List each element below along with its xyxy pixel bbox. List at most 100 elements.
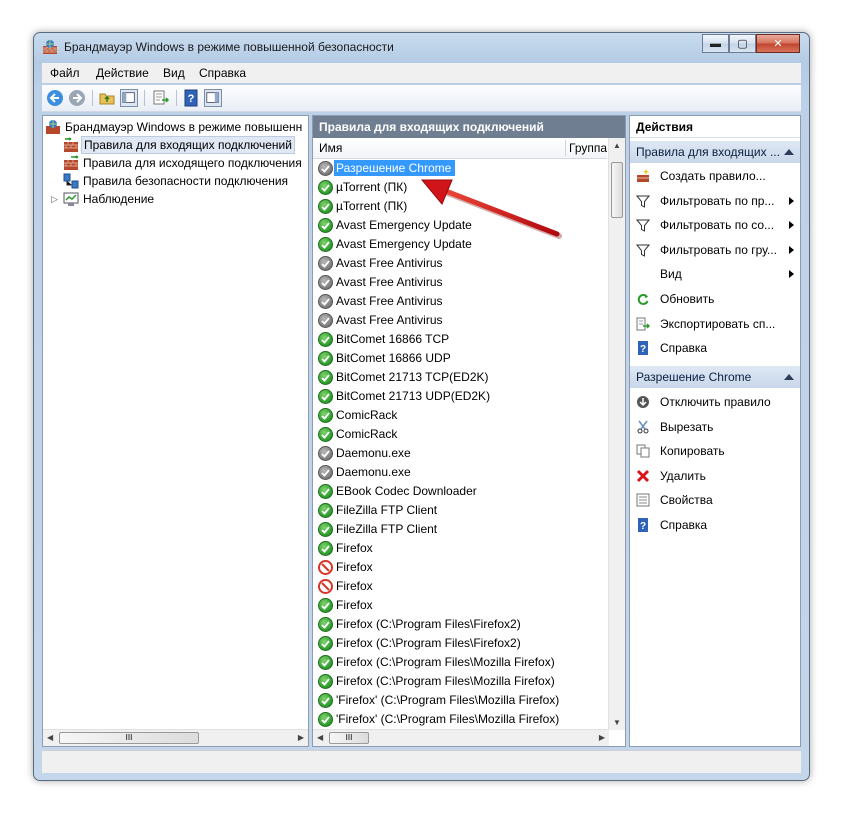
- scroll-right-icon[interactable]: ▶: [298, 733, 304, 742]
- action-item[interactable]: Фильтровать по гру...: [630, 239, 800, 261]
- section-label: Разрешение Chrome: [636, 370, 752, 384]
- allowed-disabled-icon: [318, 313, 333, 328]
- column-header-name[interactable]: Имя: [319, 141, 342, 155]
- table-row[interactable]: Daemonu.exe: [313, 444, 607, 463]
- close-button[interactable]: ✕: [756, 34, 800, 53]
- table-row[interactable]: Firefox (C:\Program Files\Mozilla Firefo…: [313, 653, 607, 672]
- menu-action[interactable]: Действие: [96, 66, 149, 80]
- table-row[interactable]: FileZilla FTP Client: [313, 520, 607, 539]
- title-bar[interactable]: Брандмауэр Windows в режиме повышенной б…: [34, 33, 809, 61]
- menu-file[interactable]: Файл: [50, 66, 80, 80]
- scroll-left-icon[interactable]: ◀: [47, 733, 53, 742]
- table-row[interactable]: Avast Emergency Update: [313, 235, 607, 254]
- action-item[interactable]: Фильтровать по пр...: [630, 190, 800, 212]
- collapse-icon[interactable]: [784, 374, 794, 380]
- toolbar-separator: [92, 90, 93, 106]
- action-item[interactable]: Вырезать: [630, 416, 800, 438]
- scroll-right-icon[interactable]: ▶: [599, 733, 605, 742]
- table-row[interactable]: Avast Free Antivirus: [313, 273, 607, 292]
- action-item[interactable]: Фильтровать по со...: [630, 214, 800, 236]
- table-row[interactable]: Firefox: [313, 558, 607, 577]
- collapse-icon[interactable]: [784, 149, 794, 155]
- action-item[interactable]: Удалить: [630, 465, 800, 487]
- table-row[interactable]: Firefox: [313, 539, 607, 558]
- action-item[interactable]: Свойства: [630, 489, 800, 511]
- action-item[interactable]: Обновить: [630, 288, 800, 310]
- table-row[interactable]: BitComet 16866 TCP: [313, 330, 607, 349]
- table-row[interactable]: Firefox (C:\Program Files\Mozilla Firefo…: [313, 672, 607, 691]
- scroll-left-icon[interactable]: ◀: [317, 733, 323, 742]
- delete-icon: [636, 469, 650, 482]
- refresh-icon: [637, 294, 649, 305]
- tree-item-connection-security-rules[interactable]: Правила безопасности подключения: [43, 172, 308, 190]
- action-item[interactable]: Экспортировать сп...: [630, 313, 800, 335]
- tree-horizontal-scrollbar[interactable]: ◀ III ▶: [43, 729, 308, 746]
- scroll-thumb[interactable]: III: [59, 732, 199, 744]
- allowed-enabled-icon: [318, 180, 333, 195]
- action-item[interactable]: Копировать: [630, 440, 800, 462]
- tree-item-monitoring[interactable]: ▷ Наблюдение: [43, 190, 308, 208]
- show-hide-tree-icon[interactable]: [120, 89, 138, 107]
- action-item[interactable]: ? Справка: [630, 337, 800, 359]
- table-row[interactable]: 'Firefox' (C:\Program Files\Mozilla Fire…: [313, 691, 607, 710]
- back-icon[interactable]: [46, 89, 64, 107]
- expand-chevron-icon[interactable]: ▷: [51, 190, 58, 208]
- table-row[interactable]: Avast Free Antivirus: [313, 254, 607, 273]
- actions-section-selected-rule[interactable]: Разрешение Chrome: [630, 366, 800, 388]
- table-row[interactable]: Avast Free Antivirus: [313, 311, 607, 330]
- scroll-down-icon[interactable]: ▼: [613, 718, 621, 727]
- action-item[interactable]: ? Справка: [630, 514, 800, 536]
- firewall-window: Брандмауэр Windows в режиме повышенной б…: [33, 32, 810, 781]
- column-divider[interactable]: [565, 140, 566, 156]
- allowed-enabled-icon: [318, 218, 333, 233]
- forward-icon[interactable]: [68, 89, 86, 107]
- allowed-disabled-icon: [318, 446, 333, 461]
- scroll-up-icon[interactable]: ▲: [613, 141, 621, 150]
- rules-horizontal-scrollbar[interactable]: ◀ III ▶: [313, 729, 609, 746]
- new-rule-icon: [637, 169, 649, 182]
- rule-name: ComicRack: [336, 408, 398, 422]
- table-row[interactable]: 'Firefox' (C:\Program Files\Mozilla Fire…: [313, 710, 607, 729]
- scroll-thumb[interactable]: [611, 162, 623, 218]
- menu-view[interactable]: Вид: [163, 66, 185, 80]
- show-hide-action-pane-icon[interactable]: [204, 89, 222, 107]
- svg-text:?: ?: [640, 521, 646, 532]
- actions-section-inbound[interactable]: Правила для входящих ...: [630, 141, 800, 163]
- action-item[interactable]: Вид: [630, 263, 800, 285]
- table-row[interactable]: Firefox (C:\Program Files\Firefox2): [313, 634, 607, 653]
- disable-icon: [637, 396, 649, 408]
- allowed-enabled-icon: [318, 617, 333, 632]
- tree-item-outbound-rules[interactable]: Правила для исходящего подключения: [43, 154, 308, 172]
- scroll-thumb[interactable]: III: [329, 732, 369, 744]
- table-row[interactable]: Firefox: [313, 596, 607, 615]
- table-row[interactable]: Firefox: [313, 577, 607, 596]
- table-row[interactable]: Avast Free Antivirus: [313, 292, 607, 311]
- table-row[interactable]: µTorrent (ПК): [313, 197, 607, 216]
- table-row[interactable]: µTorrent (ПК): [313, 178, 607, 197]
- table-row[interactable]: BitComet 21713 TCP(ED2K): [313, 368, 607, 387]
- table-row[interactable]: ComicRack: [313, 406, 607, 425]
- table-row[interactable]: Avast Emergency Update: [313, 216, 607, 235]
- table-row[interactable]: BitComet 21713 UDP(ED2K): [313, 387, 607, 406]
- action-item[interactable]: Создать правило...: [630, 165, 800, 187]
- up-folder-icon[interactable]: [98, 89, 116, 107]
- action-item[interactable]: Отключить правило: [630, 391, 800, 413]
- table-row[interactable]: Daemonu.exe: [313, 463, 607, 482]
- table-row[interactable]: ComicRack: [313, 425, 607, 444]
- column-header-group[interactable]: Группа: [569, 141, 607, 155]
- rules-vertical-scrollbar[interactable]: ▲ ▼: [608, 138, 625, 730]
- table-row[interactable]: Разрешение Chrome: [313, 159, 607, 178]
- allowed-disabled-icon: [318, 294, 333, 309]
- menu-help[interactable]: Справка: [199, 66, 246, 80]
- tree-item-inbound-rules[interactable]: Правила для входящих подключений: [43, 136, 308, 154]
- export-list-icon[interactable]: [152, 89, 170, 107]
- maximize-button[interactable]: ▢: [729, 34, 756, 53]
- help-icon[interactable]: ?: [182, 89, 200, 107]
- table-row[interactable]: FileZilla FTP Client: [313, 501, 607, 520]
- help-icon: ?: [638, 518, 648, 532]
- table-row[interactable]: Firefox (C:\Program Files\Firefox2): [313, 615, 607, 634]
- minimize-button[interactable]: ▬: [702, 34, 729, 53]
- table-row[interactable]: BitComet 16866 UDP: [313, 349, 607, 368]
- tree-root[interactable]: Брандмауэр Windows в режиме повышенн: [43, 118, 308, 136]
- table-row[interactable]: EBook Codec Downloader: [313, 482, 607, 501]
